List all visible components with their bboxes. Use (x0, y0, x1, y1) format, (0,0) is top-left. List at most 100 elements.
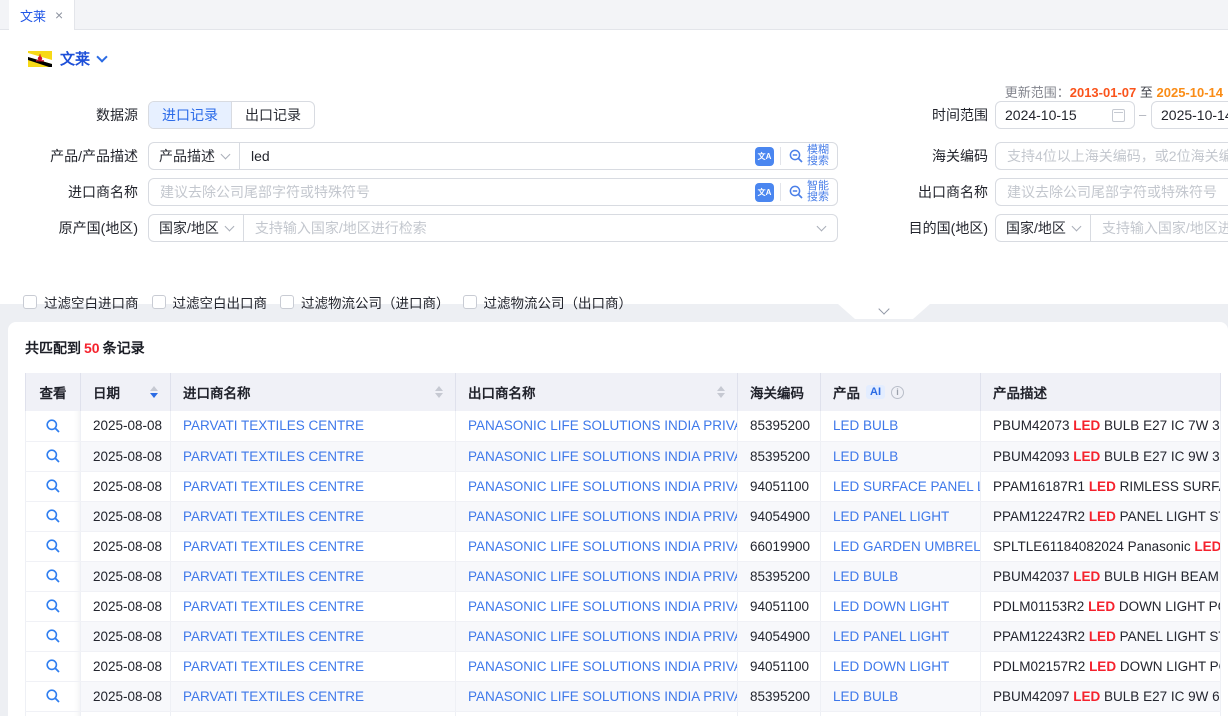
exporter-link[interactable]: PANASONIC LIFE SOLUTIONS INDIA PRIVAT... (468, 509, 738, 524)
importer-name-input[interactable] (149, 179, 749, 205)
collapse-panel-button[interactable] (838, 304, 930, 319)
filter-blank-exporter[interactable]: 过滤空白出口商 (152, 292, 268, 312)
importer-link[interactable]: PARVATI TEXTILES CENTRE (183, 479, 364, 494)
col-importer[interactable]: 进口商名称 (171, 373, 456, 411)
checkbox-icon[interactable] (463, 295, 477, 309)
date-start-field[interactable] (995, 101, 1135, 129)
importer-link[interactable]: PARVATI TEXTILES CENTRE (183, 449, 364, 464)
view-record-button[interactable] (26, 591, 81, 621)
date-cell: 2025-08-08 (81, 681, 171, 711)
col-description: 产品描述 (981, 373, 1221, 411)
product-link[interactable]: LED SURFACE PANEL L... (833, 479, 981, 494)
export-records-tab[interactable]: 出口记录 (231, 102, 314, 128)
exporter-link[interactable]: PANASONIC LIFE SOLUTIONS INDIA PRIVAT... (468, 689, 738, 704)
product-type-select[interactable]: 产品描述 (149, 143, 239, 169)
exporter-link[interactable]: PANASONIC LIFE SOLUTIONS INDIA PRIVAT... (468, 539, 738, 554)
view-record-button[interactable] (26, 651, 81, 681)
col-hs-code: 海关编码 (738, 373, 821, 411)
product-cell: LED GARDEN UMBREL... (821, 531, 981, 561)
fuzzy-search-icon (788, 148, 804, 164)
importer-link[interactable]: PARVATI TEXTILES CENTRE (183, 629, 364, 644)
checkbox-icon[interactable] (280, 295, 294, 309)
product-link[interactable]: LED BULB (833, 569, 898, 584)
translate-icon[interactable]: 文A (755, 147, 774, 166)
table-row: 2025-08-08PARVATI TEXTILES CENTREPANASON… (26, 561, 1221, 591)
col-date[interactable]: 日期 (81, 373, 171, 411)
translate-icon[interactable]: 文A (755, 183, 774, 202)
col-exporter[interactable]: 出口商名称 (456, 373, 738, 411)
view-record-button[interactable] (26, 621, 81, 651)
product-link[interactable]: LED BULB (833, 689, 898, 704)
exporter-name-input[interactable] (996, 179, 1228, 205)
origin-country-input[interactable] (244, 215, 818, 241)
product-link[interactable]: LED DOWN LIGHT (833, 659, 949, 674)
sort-icon-importer[interactable] (435, 386, 443, 398)
filter-logistics-exporter[interactable]: 过滤物流公司（出口商） (463, 292, 633, 312)
update-range: 更新范围：2013-01-07 至 2025-10-14 (1005, 82, 1223, 101)
product-link[interactable]: LED PANEL LIGHT (833, 629, 949, 644)
product-link[interactable]: LED BULB (833, 418, 898, 433)
importer-link[interactable]: PARVATI TEXTILES CENTRE (183, 659, 364, 674)
hs-code-cell: 85395200 (738, 441, 821, 471)
product-link[interactable]: LED DOWN LIGHT (833, 599, 949, 614)
importer-link[interactable]: PARVATI TEXTILES CENTRE (183, 539, 364, 554)
sort-icon-date[interactable] (150, 386, 158, 398)
close-icon[interactable]: × (55, 8, 63, 22)
highlight-keyword: LED (1073, 569, 1100, 584)
magnifier-icon (45, 628, 61, 644)
importer-link[interactable]: PARVATI TEXTILES CENTRE (183, 569, 364, 584)
checkbox-icon[interactable] (23, 295, 37, 309)
view-record-button[interactable] (26, 441, 81, 471)
product-search-input[interactable] (240, 143, 749, 169)
view-record-button[interactable] (26, 531, 81, 561)
importer-link[interactable]: PARVATI TEXTILES CENTRE (183, 689, 364, 704)
checkbox-icon[interactable] (152, 295, 166, 309)
date-cell: 2025-08-08 (81, 651, 171, 681)
view-record-button[interactable] (26, 561, 81, 591)
exporter-link[interactable]: PANASONIC LIFE SOLUTIONS INDIA PRIVAT... (468, 629, 738, 644)
product-link[interactable]: LED PANEL LIGHT (833, 509, 949, 524)
destination-region-select[interactable]: 国家/地区 (996, 215, 1090, 241)
date-start-input[interactable] (1005, 107, 1112, 123)
description-cell: PBUM42097 LED BULB E27 IC 9W 65... (981, 681, 1221, 711)
table-row: 2025-08-08PARVATI TEXTILES CENTREPANASON… (26, 411, 1221, 441)
exporter-link[interactable]: PANASONIC LIFE SOLUTIONS INDIA PRIVAT... (468, 569, 738, 584)
table-row: 2025-08-08PARVATI TEXTILES CENTREPANASON… (26, 531, 1221, 561)
chevron-down-icon (817, 222, 827, 232)
product-link[interactable]: LED GARDEN UMBREL... (833, 539, 981, 554)
view-record-button[interactable] (26, 471, 81, 501)
origin-region-select[interactable]: 国家/地区 (149, 215, 243, 241)
exporter-link[interactable]: PANASONIC LIFE SOLUTIONS INDIA PRIVAT... (468, 418, 738, 433)
view-record-button[interactable] (26, 411, 81, 441)
exporter-link[interactable]: PANASONIC LIFE SOLUTIONS INDIA PRIVAT... (468, 449, 738, 464)
importer-link[interactable]: PARVATI TEXTILES CENTRE (183, 418, 364, 433)
importer-link[interactable]: PARVATI TEXTILES CENTRE (183, 509, 364, 524)
country-selector[interactable]: 文莱 (28, 48, 106, 69)
filter-logistics-importer[interactable]: 过滤物流公司（进口商） (280, 292, 450, 312)
destination-country-group: 国家/地区 (995, 214, 1228, 242)
date-cell: 2025-08-08 (81, 471, 171, 501)
description-cell: PBUM42037 LED BULB HIGH BEAM ... (981, 561, 1221, 591)
view-record-button[interactable] (26, 681, 81, 711)
date-end-input[interactable] (1161, 107, 1228, 123)
filter-blank-importer[interactable]: 过滤空白进口商 (23, 292, 139, 312)
view-record-button[interactable] (26, 501, 81, 531)
smart-search-button[interactable]: 智能搜索 (781, 181, 837, 203)
hs-code-cell: 85395200 (738, 681, 821, 711)
import-records-tab[interactable]: 进口记录 (149, 102, 231, 128)
product-cell: LED BULB (821, 441, 981, 471)
sort-icon-exporter[interactable] (717, 386, 725, 398)
match-count: 50 (81, 340, 103, 356)
info-icon[interactable]: i (891, 386, 904, 399)
exporter-link[interactable]: PANASONIC LIFE SOLUTIONS INDIA PRIVAT... (468, 479, 738, 494)
exporter-link[interactable]: PANASONIC LIFE SOLUTIONS INDIA PRIVAT... (468, 599, 738, 614)
exporter-link[interactable]: PANASONIC LIFE SOLUTIONS INDIA PRIVAT... (468, 659, 738, 674)
tab-brunei[interactable]: 文莱 × (9, 0, 75, 30)
exporter-cell: PANASONIC LIFE SOLUTIONS INDIA PRIVAT... (456, 651, 738, 681)
destination-country-input[interactable] (1091, 215, 1228, 241)
hs-code-input[interactable] (996, 143, 1228, 169)
importer-link[interactable]: PARVATI TEXTILES CENTRE (183, 599, 364, 614)
date-end-field[interactable] (1151, 101, 1228, 129)
fuzzy-search-button[interactable]: 模糊搜索 (781, 145, 837, 167)
product-link[interactable]: LED BULB (833, 449, 898, 464)
